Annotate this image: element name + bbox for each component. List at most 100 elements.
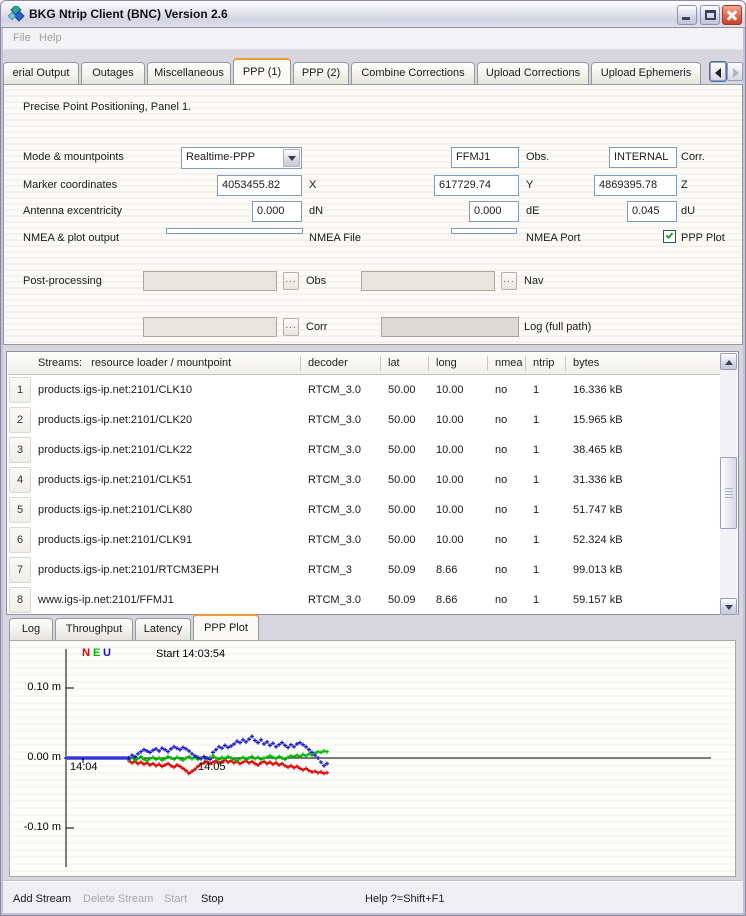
row-number[interactable]: 6 bbox=[9, 527, 31, 553]
tab-miscellaneous[interactable]: Miscellaneous bbox=[147, 62, 231, 84]
scroll-up-button[interactable] bbox=[720, 353, 737, 370]
column-header-0[interactable]: Streams: resource loader / mountpoint bbox=[38, 357, 231, 369]
cell-ntrip: 1 bbox=[533, 375, 539, 405]
tab-throughput[interactable]: Throughput bbox=[55, 618, 133, 640]
delete-stream-button[interactable]: Delete Stream bbox=[83, 893, 153, 905]
column-header-4[interactable]: nmea bbox=[495, 357, 523, 369]
cell-lat: 50.00 bbox=[388, 495, 416, 525]
antenna-de-field[interactable]: 0.000 bbox=[469, 201, 519, 222]
cell-decoder: RTCM_3.0 bbox=[308, 405, 361, 435]
post-obs-field[interactable] bbox=[143, 271, 277, 291]
nmea-port-field[interactable] bbox=[451, 228, 517, 234]
antenna-dn-field[interactable]: 0.000 bbox=[252, 201, 302, 222]
table-row[interactable]: 5products.igs-ip.net:2101/CLK80RTCM_3.05… bbox=[8, 495, 720, 525]
status-bar: Add Stream Delete Stream Start Stop Help… bbox=[3, 880, 743, 913]
stop-button[interactable]: Stop bbox=[201, 893, 224, 905]
title-bar[interactable]: BKG Ntrip Client (BNC) Version 2.6 bbox=[1, 1, 745, 28]
cell-long: 10.00 bbox=[436, 435, 464, 465]
app-icon bbox=[8, 6, 25, 23]
ppp1-panel: Precise Point Positioning, Panel 1. Mode… bbox=[3, 84, 743, 345]
tab-ppp-2-[interactable]: PPP (2) bbox=[293, 62, 349, 84]
tab-upload-corrections[interactable]: Upload Corrections bbox=[477, 62, 589, 84]
tab-latency[interactable]: Latency bbox=[135, 618, 191, 640]
tab-outages[interactable]: Outages bbox=[81, 62, 145, 84]
table-row[interactable]: 1products.igs-ip.net:2101/CLK10RTCM_3.05… bbox=[8, 375, 720, 405]
row-number[interactable]: 5 bbox=[9, 497, 31, 523]
tab-scroll-left-button[interactable] bbox=[710, 62, 726, 81]
table-body: 1 products.igs-ip.net:2101/CLK10 RTCM_3.0 5… bbox=[8, 375, 720, 613]
ppp-plot-chart bbox=[10, 641, 735, 876]
row-number[interactable]: 3 bbox=[9, 437, 31, 463]
legend-e: E bbox=[93, 647, 100, 659]
xtick-1404: 14:04 bbox=[70, 761, 98, 773]
column-header-6[interactable]: bytes bbox=[573, 357, 599, 369]
marker-z-field[interactable]: 4869395.78 bbox=[594, 175, 677, 196]
post-nav-field[interactable] bbox=[361, 271, 495, 291]
cell-ntrip: 1 bbox=[533, 495, 539, 525]
combo-dropdown-icon[interactable] bbox=[283, 149, 300, 167]
column-header-5[interactable]: ntrip bbox=[533, 357, 554, 369]
post-nav-browse-button[interactable]: ... bbox=[501, 272, 517, 290]
column-header-1[interactable]: decoder bbox=[308, 357, 348, 369]
post-obs-browse-button[interactable]: ... bbox=[283, 272, 299, 290]
marker-y-field[interactable]: 617729.74 bbox=[434, 175, 519, 196]
menu-help[interactable]: Help bbox=[39, 32, 62, 44]
start-button[interactable]: Start bbox=[164, 893, 187, 905]
close-button[interactable] bbox=[722, 5, 742, 25]
tab-log[interactable]: Log bbox=[9, 618, 53, 640]
cell-bytes: 51.747 kB bbox=[573, 495, 623, 525]
cell-nmea: no bbox=[495, 525, 507, 555]
tab-scroll-right-button[interactable] bbox=[727, 62, 743, 81]
maximize-button[interactable] bbox=[700, 5, 720, 25]
nmea-file-field[interactable] bbox=[166, 228, 303, 234]
menu-file[interactable]: File bbox=[13, 32, 31, 44]
tab-ppp-plot[interactable]: PPP Plot bbox=[193, 614, 259, 640]
cell-mountpoint: products.igs-ip.net:2101/CLK10 bbox=[38, 375, 192, 405]
table-row[interactable]: 7products.igs-ip.net:2101/RTCM3EPHRTCM_3… bbox=[8, 555, 720, 585]
row-number[interactable]: 7 bbox=[9, 557, 31, 583]
tab-combine-corrections[interactable]: Combine Corrections bbox=[351, 62, 475, 84]
corr-mountpoint-field[interactable]: INTERNAL bbox=[609, 147, 677, 168]
scrollbar-thumb[interactable] bbox=[720, 457, 737, 529]
row-number[interactable]: 8 bbox=[9, 587, 31, 613]
tab-upload-ephemeris[interactable]: Upload Ephemeris bbox=[591, 62, 701, 84]
table-row[interactable]: 3products.igs-ip.net:2101/CLK22RTCM_3.05… bbox=[8, 435, 720, 465]
obs-mountpoint-field[interactable]: FFMJ1 bbox=[451, 147, 519, 168]
table-row[interactable]: 4products.igs-ip.net:2101/CLK51RTCM_3.05… bbox=[8, 465, 720, 495]
tab-ppp-1-[interactable]: PPP (1) bbox=[233, 58, 291, 84]
add-stream-button[interactable]: Add Stream bbox=[13, 893, 71, 905]
table-row[interactable]: 6products.igs-ip.net:2101/CLK91RTCM_3.05… bbox=[8, 525, 720, 555]
scroll-down-button[interactable] bbox=[720, 598, 737, 615]
marker-x-field[interactable]: 4053455.82 bbox=[217, 175, 302, 196]
cell-mountpoint: products.igs-ip.net:2101/CLK91 bbox=[38, 525, 192, 555]
cell-lat: 50.09 bbox=[388, 585, 416, 613]
y-label: Y bbox=[526, 179, 533, 191]
cell-nmea: no bbox=[495, 375, 507, 405]
row-number[interactable]: 4 bbox=[9, 467, 31, 493]
ppp-plot-checkbox[interactable] bbox=[663, 230, 676, 243]
row-number[interactable]: 1 bbox=[9, 377, 31, 403]
cell-decoder: RTCM_3.0 bbox=[308, 375, 361, 405]
table-scrollbar[interactable] bbox=[720, 353, 737, 615]
x-label: X bbox=[309, 179, 316, 191]
column-header-3[interactable]: long bbox=[436, 357, 457, 369]
cell-ntrip: 1 bbox=[533, 555, 539, 585]
column-header-2[interactable]: lat bbox=[388, 357, 400, 369]
table-row[interactable]: 2products.igs-ip.net:2101/CLK20RTCM_3.05… bbox=[8, 405, 720, 435]
cell-mountpoint: products.igs-ip.net:2101/CLK80 bbox=[38, 495, 192, 525]
cell-bytes: 52.324 kB bbox=[573, 525, 623, 555]
post-corr-browse-button[interactable]: ... bbox=[283, 318, 299, 336]
post-log-field[interactable] bbox=[381, 317, 519, 337]
help-shortcut-label[interactable]: Help ?=Shift+F1 bbox=[365, 893, 445, 905]
cell-ntrip: 1 bbox=[533, 585, 539, 613]
table-row[interactable]: 8www.igs-ip.net:2101/FFMJ1RTCM_3.050.098… bbox=[8, 585, 720, 613]
mode-combobox[interactable]: Realtime-PPP bbox=[181, 147, 302, 169]
menu-bar: File Help bbox=[3, 28, 743, 50]
arrow-up-icon bbox=[725, 360, 733, 365]
table-header: Streams: resource loader / mountpoint dec… bbox=[8, 353, 720, 375]
row-number[interactable]: 2 bbox=[9, 407, 31, 433]
post-corr-field[interactable] bbox=[143, 317, 277, 337]
tab-erial-output[interactable]: erial Output bbox=[3, 62, 79, 84]
minimize-button[interactable] bbox=[677, 5, 697, 25]
antenna-du-field[interactable]: 0.045 bbox=[627, 201, 677, 222]
